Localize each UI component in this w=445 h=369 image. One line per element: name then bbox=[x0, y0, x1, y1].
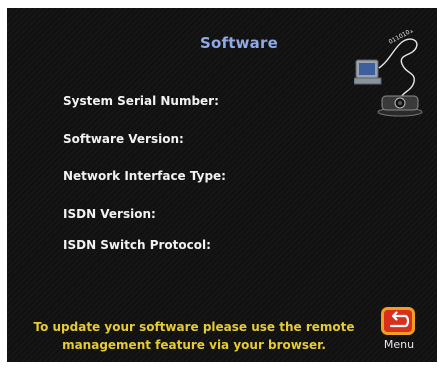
software-screen: Software 0110101 System Serial Number: S… bbox=[7, 8, 437, 362]
computer-data-transfer-icon: 0110101 bbox=[353, 27, 426, 118]
isdn-switch-protocol-label: ISDN Switch Protocol: bbox=[63, 238, 211, 252]
software-version-label: Software Version: bbox=[63, 132, 184, 146]
update-instructions-line-1: To update your software please use the r… bbox=[33, 320, 355, 334]
update-instructions-line-2: management feature via your browser. bbox=[62, 338, 326, 352]
update-instructions: To update your software please use the r… bbox=[21, 318, 367, 354]
system-serial-number-label: System Serial Number: bbox=[63, 94, 219, 108]
menu-button-label: Menu bbox=[383, 338, 415, 351]
network-interface-type-label: Network Interface Type: bbox=[63, 169, 226, 183]
menu-button[interactable]: Menu bbox=[377, 307, 423, 357]
isdn-version-label: ISDN Version: bbox=[63, 207, 156, 221]
return-arrow-icon bbox=[381, 307, 415, 335]
